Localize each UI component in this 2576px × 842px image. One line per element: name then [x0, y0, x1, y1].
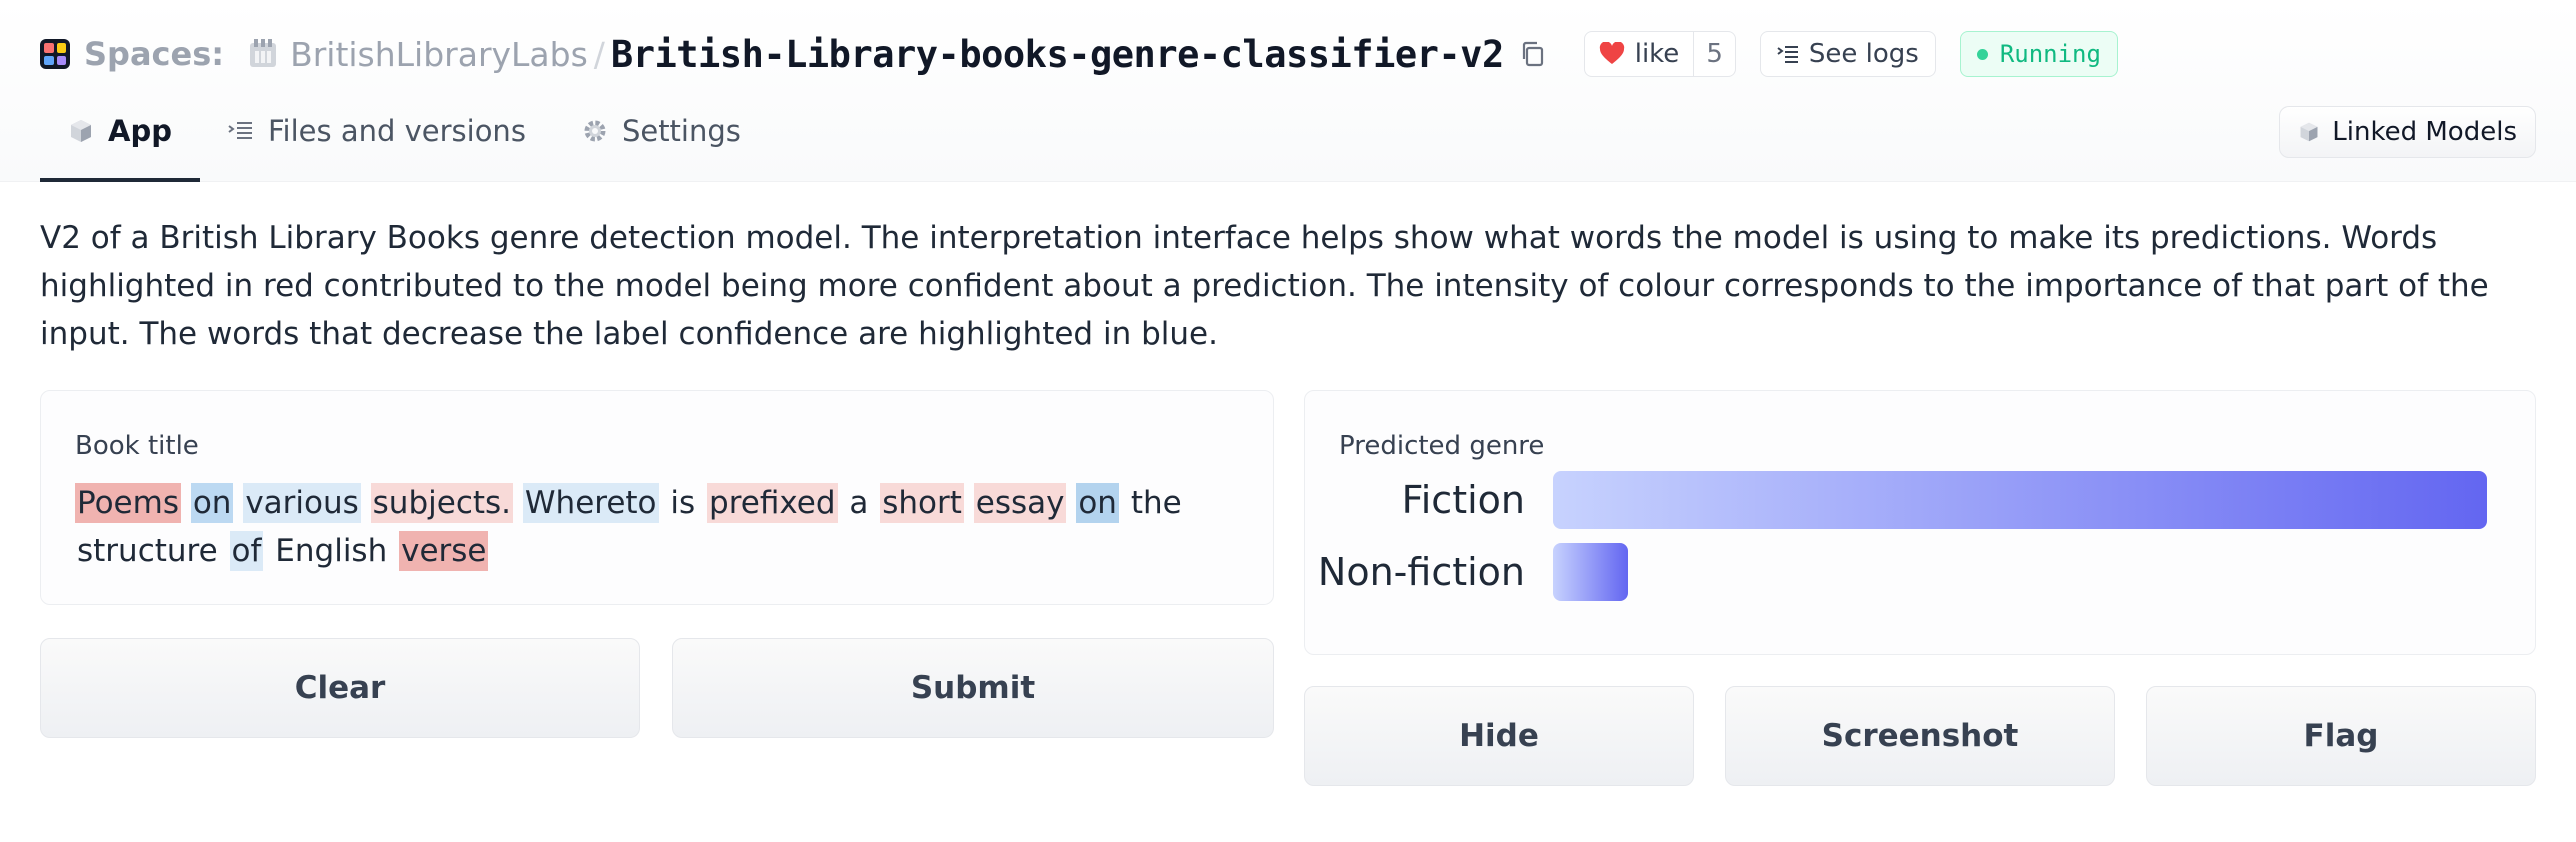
book-title-label: Book title	[75, 431, 199, 461]
cube-icon	[2300, 122, 2318, 142]
highlighted-token: prefixed	[707, 483, 838, 523]
highlighted-token: of	[229, 531, 264, 571]
highlighted-token: is	[670, 485, 696, 521]
highlighted-token: the	[1130, 485, 1182, 521]
highlighted-token: Whereto	[522, 483, 659, 523]
tab-files-label: Files and versions	[267, 114, 526, 148]
copy-icon[interactable]	[1518, 39, 1548, 69]
highlighted-token: on	[1076, 483, 1119, 523]
spaces-label[interactable]: Spaces:	[84, 35, 224, 73]
highlighted-title-text[interactable]: Poems on various subjects. Whereto is pr…	[75, 479, 1255, 575]
prediction-bar	[1553, 543, 1628, 601]
org-avatar-icon	[250, 39, 277, 67]
screenshot-button[interactable]: Screenshot	[1725, 686, 2115, 786]
linked-models-button[interactable]: Linked Models	[2279, 106, 2536, 158]
see-logs-label: See logs	[1808, 39, 1919, 69]
app-description: V2 of a British Library Books genre dete…	[40, 220, 2489, 352]
highlighted-token: verse	[399, 531, 489, 571]
clear-button[interactable]: Clear	[40, 638, 640, 738]
org-link[interactable]: BritishLibraryLabs	[290, 35, 588, 74]
space-tabs: App Files and versions Settings	[40, 104, 769, 182]
highlighted-token: various	[243, 483, 361, 523]
highlighted-token: structure	[77, 533, 218, 569]
prediction-row: Non-fiction	[1305, 543, 2535, 601]
linked-models-label: Linked Models	[2332, 117, 2517, 147]
status-label: Running	[1999, 40, 2101, 68]
highlighted-token: a	[849, 485, 869, 521]
highlighted-token: essay	[973, 483, 1067, 523]
files-icon	[228, 122, 252, 139]
prediction-row: Fiction	[1305, 471, 2535, 529]
status-dot-icon	[1976, 48, 1988, 60]
highlighted-token: on	[190, 483, 234, 523]
highlighted-token: subjects.	[370, 483, 514, 523]
hide-button[interactable]: Hide	[1304, 686, 1694, 786]
tab-settings-label: Settings	[621, 114, 741, 148]
heart-icon	[1599, 42, 1624, 64]
spaces-logo-icon[interactable]	[40, 39, 70, 69]
highlighted-token: short	[880, 483, 964, 523]
submit-button[interactable]: Submit	[672, 638, 1274, 738]
cube-icon	[71, 120, 91, 142]
tab-settings[interactable]: Settings	[554, 104, 769, 182]
repo-title-row: Spaces: BritishLibraryLabs / British-Lib…	[40, 28, 2142, 80]
see-logs-button[interactable]: See logs	[1759, 31, 1936, 77]
highlighted-token: English	[275, 533, 388, 569]
like-button[interactable]: like 5	[1583, 31, 1736, 77]
gear-icon	[584, 120, 606, 142]
predicted-genre-panel: Predicted genre Fiction Non-fiction	[1304, 390, 2536, 655]
path-separator: /	[593, 34, 605, 74]
highlighted-token: Poems	[75, 483, 181, 523]
like-count[interactable]: 5	[1693, 32, 1735, 76]
prediction-label: Fiction	[1401, 478, 1525, 522]
repo-name-link[interactable]: British-Library-books-genre-classifier-v…	[611, 33, 1504, 76]
like-label: like	[1634, 39, 1680, 69]
page-header: Spaces: BritishLibraryLabs / British-Lib…	[0, 0, 2576, 182]
book-title-panel: Book title Poems on various subjects. Wh…	[40, 390, 1274, 605]
logs-icon	[1777, 46, 1798, 63]
prediction-bar	[1553, 471, 2487, 529]
predicted-genre-label: Predicted genre	[1339, 431, 1545, 461]
tab-files-and-versions[interactable]: Files and versions	[200, 104, 554, 182]
tab-app[interactable]: App	[40, 104, 200, 182]
tab-app-label: App	[108, 114, 172, 148]
prediction-label: Non-fiction	[1317, 550, 1525, 594]
status-badge[interactable]: Running	[1959, 31, 2118, 77]
flag-button[interactable]: Flag	[2146, 686, 2536, 786]
